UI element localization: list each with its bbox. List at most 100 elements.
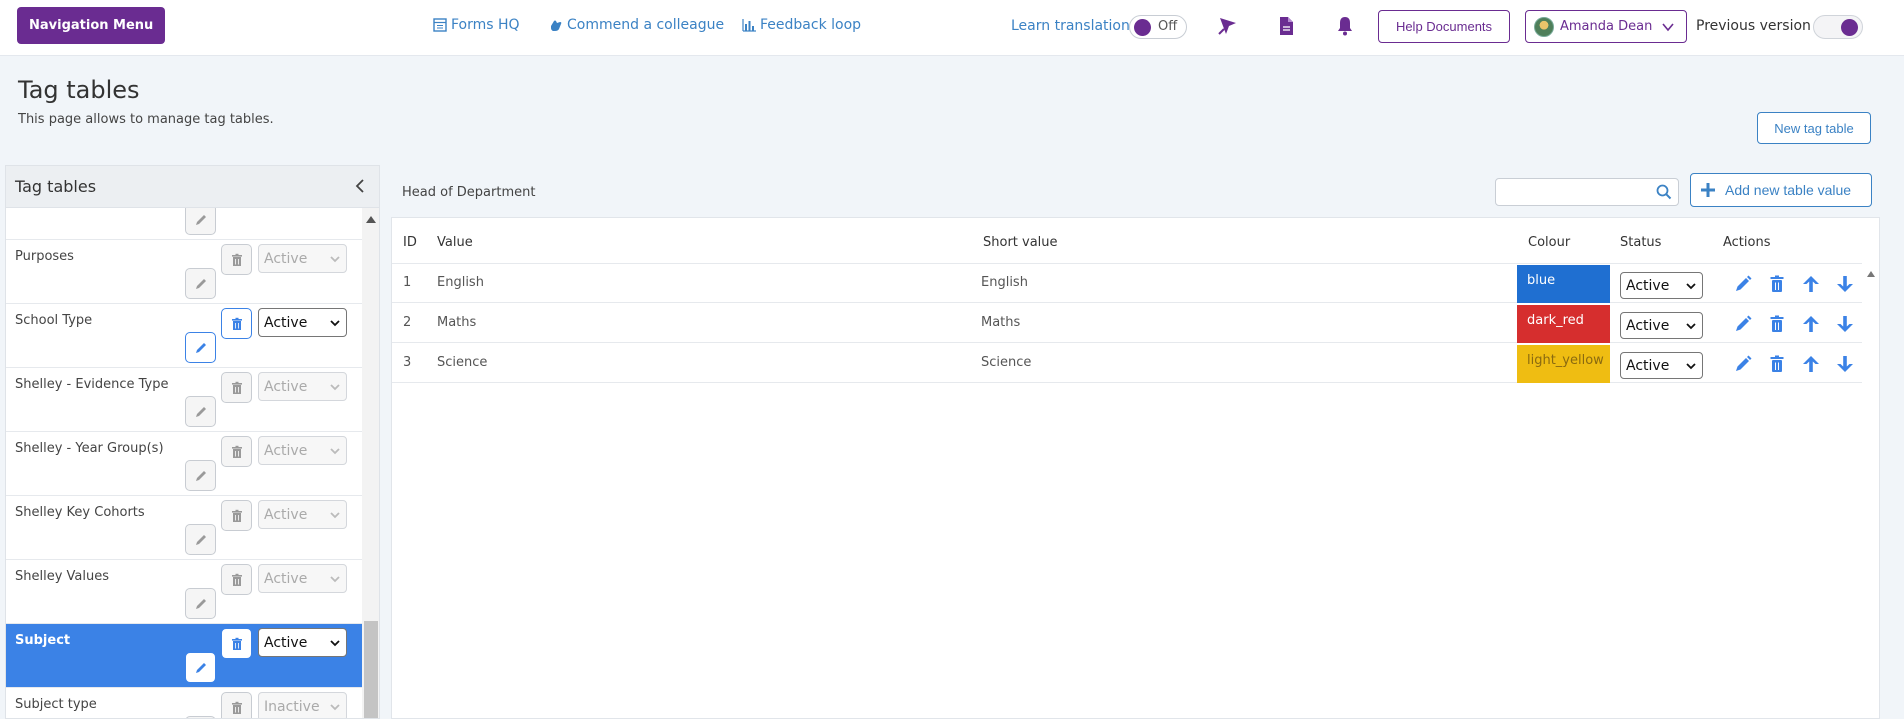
trash-icon[interactable]	[1767, 314, 1787, 334]
column-header-colour: Colour	[1528, 235, 1571, 250]
status-select-value: Active	[264, 570, 308, 587]
row-status-value: Active	[1626, 357, 1670, 374]
status-select[interactable]: Active	[258, 308, 347, 337]
commend-colleague-link[interactable]: Commend a colleague	[548, 17, 724, 33]
help-documents-button[interactable]: Help Documents	[1378, 10, 1510, 43]
delete-button[interactable]	[221, 692, 252, 718]
edit-button[interactable]	[185, 208, 216, 235]
tag-table-name: Shelley - Year Group(s)	[15, 441, 164, 456]
tag-table-row[interactable]: Subject Active	[6, 624, 362, 688]
arrow-up-icon[interactable]	[1801, 354, 1821, 374]
row-status-select[interactable]: Active	[1620, 312, 1703, 339]
user-menu-button[interactable]: Amanda Dean	[1525, 10, 1687, 43]
delete-button[interactable]	[221, 564, 252, 595]
pencil-icon[interactable]	[1733, 314, 1753, 334]
tag-table-row-partial[interactable]	[6, 208, 362, 240]
row-id: 2	[403, 315, 412, 330]
status-select[interactable]: Active	[258, 436, 347, 465]
trash-icon	[230, 445, 244, 459]
trash-icon	[230, 701, 244, 715]
page-title: Tag tables	[18, 76, 140, 104]
row-value: Maths	[437, 315, 477, 330]
panel-scrollbar-thumb[interactable]	[364, 621, 378, 718]
commend-colleague-label: Commend a colleague	[567, 17, 725, 33]
pencil-icon	[194, 277, 208, 291]
document-icon[interactable]	[1274, 14, 1298, 38]
delete-button[interactable]	[221, 500, 252, 531]
pencil-icon	[194, 405, 208, 419]
tag-table-name: School Type	[15, 313, 93, 328]
translation-toggle[interactable]: Off	[1129, 15, 1187, 39]
column-header-value: Value	[437, 235, 473, 250]
delete-button[interactable]	[221, 628, 252, 659]
status-select-value: Active	[264, 634, 308, 651]
status-select[interactable]: Active	[258, 244, 347, 273]
trash-icon[interactable]	[1767, 354, 1787, 374]
previous-version-toggle[interactable]	[1813, 15, 1863, 39]
scroll-up-arrow[interactable]	[366, 216, 376, 223]
add-new-table-value-button[interactable]: Add new table value	[1690, 173, 1872, 207]
status-select[interactable]: Active	[258, 500, 347, 529]
bell-icon[interactable]	[1333, 14, 1357, 38]
navigation-menu-button[interactable]: Navigation Menu	[17, 7, 166, 44]
tag-table-row[interactable]: Shelley Key Cohorts Active	[6, 496, 362, 560]
edit-button[interactable]	[185, 524, 216, 555]
edit-button[interactable]	[185, 332, 216, 363]
arrow-down-icon[interactable]	[1835, 354, 1855, 374]
new-tag-table-button[interactable]: New tag table	[1757, 112, 1871, 144]
status-select-value: Active	[264, 506, 308, 523]
arrow-up-icon[interactable]	[1801, 274, 1821, 294]
status-select-value: Inactive	[264, 698, 320, 715]
status-select[interactable]: Active	[258, 564, 347, 593]
search-icon[interactable]	[1656, 184, 1672, 200]
tag-table-name: Shelley Key Cohorts	[15, 505, 145, 520]
arrow-down-icon[interactable]	[1835, 274, 1855, 294]
edit-button[interactable]	[185, 588, 216, 619]
tag-table-row[interactable]: Shelley - Evidence Type Active	[6, 368, 362, 432]
table-scrollbar[interactable]	[1863, 263, 1879, 718]
chevron-down-icon	[1662, 22, 1674, 31]
delete-button[interactable]	[221, 308, 252, 339]
arrow-up-icon[interactable]	[1801, 314, 1821, 334]
edit-button[interactable]	[185, 460, 216, 491]
delete-button[interactable]	[221, 372, 252, 403]
tag-table-row[interactable]: School Type Active	[6, 304, 362, 368]
pencil-icon	[194, 533, 208, 547]
pencil-icon[interactable]	[1733, 354, 1753, 374]
scroll-up-arrow[interactable]	[1867, 271, 1875, 277]
tag-table-row[interactable]: Purposes Active	[6, 240, 362, 304]
delete-button[interactable]	[221, 244, 252, 275]
row-status-select[interactable]: Active	[1620, 352, 1703, 379]
pencil-icon	[194, 341, 208, 355]
tag-table-row[interactable]: Shelley - Year Group(s) Active	[6, 432, 362, 496]
status-select[interactable]: Active	[258, 372, 347, 401]
trash-icon[interactable]	[1767, 274, 1787, 294]
search-input[interactable]	[1495, 178, 1679, 206]
row-status-select[interactable]: Active	[1620, 272, 1703, 299]
bar-chart-icon	[742, 19, 756, 32]
pencil-icon[interactable]	[1733, 274, 1753, 294]
tag-table-name: Purposes	[15, 249, 74, 264]
delete-button[interactable]	[221, 436, 252, 467]
chevron-left-icon[interactable]	[352, 178, 368, 194]
row-short-value: Maths	[981, 315, 1021, 330]
tag-tables-panel: Tag tables Purposes Active School Type Acti…	[5, 165, 380, 719]
edit-button[interactable]	[185, 268, 216, 299]
status-select[interactable]: Active	[258, 628, 347, 657]
previous-version-label: Previous version	[1696, 18, 1811, 34]
trash-icon	[230, 381, 244, 395]
trash-icon	[230, 637, 244, 651]
edit-button[interactable]	[185, 652, 216, 683]
status-select-value: Active	[264, 250, 308, 267]
arrow-down-icon[interactable]	[1835, 314, 1855, 334]
rocket-icon[interactable]	[1216, 14, 1240, 38]
edit-button[interactable]	[185, 396, 216, 427]
forms-hq-link[interactable]: Forms HQ	[432, 17, 520, 33]
row-colour: blue	[1517, 265, 1610, 303]
tag-table-row[interactable]: Shelley Values Active	[6, 560, 362, 624]
feedback-loop-link[interactable]: Feedback loop	[741, 17, 861, 33]
tag-table-name: Shelley Values	[15, 569, 110, 584]
tag-table-row[interactable]: Subject type Inactive	[6, 688, 362, 718]
status-select[interactable]: Inactive	[258, 692, 347, 718]
row-value: English	[437, 275, 484, 290]
